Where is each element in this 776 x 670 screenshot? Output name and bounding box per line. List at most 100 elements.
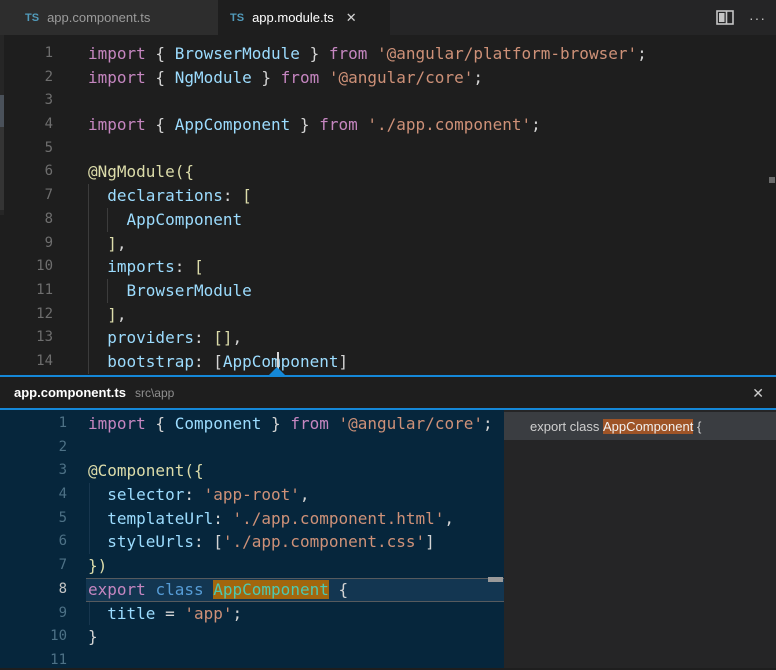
code-token: [: [213, 352, 223, 371]
line-number: 5: [0, 137, 53, 161]
reference-text: {: [693, 419, 701, 434]
code-token: templateUrl: [107, 509, 213, 528]
code-token: [88, 352, 107, 371]
peek-arrow-icon: [268, 367, 286, 376]
code-token: './app.component': [367, 115, 531, 134]
split-editor-icon[interactable]: [716, 10, 734, 25]
code-token: :: [184, 485, 203, 504]
code-token: {: [146, 44, 175, 63]
close-tab-icon[interactable]: ✕: [346, 10, 357, 26]
code-token: title: [107, 604, 155, 623]
code-token: export: [88, 580, 146, 599]
line-number: 10: [0, 255, 53, 279]
peek-body: 1import { Component } from '@angular/cor…: [0, 410, 776, 668]
code-token: import: [88, 68, 146, 87]
code-token: }): [88, 556, 107, 575]
line-number: 2: [0, 436, 67, 460]
reference-match-highlight: AppComponent: [603, 419, 693, 434]
peek-overview-marker: [488, 577, 503, 582]
reference-item[interactable]: export class AppComponent {: [504, 412, 776, 440]
code-token: [88, 210, 127, 229]
overview-ruler-marker: [769, 177, 775, 183]
line-number: 13: [0, 326, 53, 350]
code-token: [: [213, 532, 223, 551]
code-lines: 1import { BrowserModule } from '@angular…: [0, 42, 776, 374]
code-token: =: [155, 604, 184, 623]
code-line: 3@Component({: [0, 459, 504, 483]
code-token: [204, 580, 214, 599]
code-token: NgModule: [175, 68, 252, 87]
code-token: ,: [233, 328, 243, 347]
code-token: from: [281, 68, 320, 87]
code-line: 12 ],: [0, 303, 776, 327]
code-token: imports: [107, 257, 174, 276]
code-token: '@angular/core': [338, 414, 483, 433]
code-token: import: [88, 115, 146, 134]
code-token: declarations: [107, 186, 223, 205]
code-line: 10 imports: [: [0, 255, 776, 279]
code-token: ({: [184, 461, 203, 480]
more-actions-icon[interactable]: ···: [749, 10, 766, 26]
code-token: ,: [444, 509, 454, 528]
code-token: :: [213, 509, 232, 528]
code-token: [88, 604, 107, 623]
code-token: ;: [233, 604, 243, 623]
code-token: styleUrls: [107, 532, 194, 551]
code-token: ]: [338, 352, 348, 371]
line-number: 5: [0, 507, 67, 531]
peek-close-icon[interactable]: ✕: [752, 385, 764, 402]
line-number: 12: [0, 303, 53, 327]
scrollbar-thumb[interactable]: [0, 95, 4, 127]
peek-editor[interactable]: 1import { Component } from '@angular/cor…: [0, 410, 504, 668]
code-token: ;: [637, 44, 647, 63]
code-line: 8 AppComponent: [0, 208, 776, 232]
tab-app-module-ts[interactable]: TS app.module.ts ✕: [218, 0, 390, 35]
code-token: [88, 257, 107, 276]
code-token: [146, 580, 156, 599]
code-line: 2import { NgModule } from '@angular/core…: [0, 66, 776, 90]
editor-pane[interactable]: 1import { BrowserModule } from '@angular…: [0, 35, 776, 375]
tab-app-component-ts[interactable]: TS app.component.ts: [0, 0, 218, 35]
code-token: [88, 532, 107, 551]
line-number: 3: [0, 89, 53, 113]
code-line: 10}: [0, 625, 504, 649]
code-token: :: [194, 532, 213, 551]
tab-label: app.component.ts: [47, 10, 150, 25]
code-token: 'app-root': [204, 485, 300, 504]
code-token: {: [146, 414, 175, 433]
peek-title: app.component.ts: [14, 385, 126, 400]
code-line: 4 selector: 'app-root',: [0, 483, 504, 507]
code-line: 9 ],: [0, 232, 776, 256]
code-token: from: [319, 115, 358, 134]
code-token: ;: [473, 68, 483, 87]
line-number: 7: [0, 554, 67, 578]
line-number: 4: [0, 113, 53, 137]
code-line: 11: [0, 649, 504, 668]
code-line: 8export class AppComponent {: [0, 578, 504, 602]
code-token: [88, 485, 107, 504]
code-token: }: [300, 44, 329, 63]
line-number: 14: [0, 350, 53, 374]
code-token: }: [290, 115, 319, 134]
code-token: ;: [483, 414, 493, 433]
line-number: 2: [0, 66, 53, 90]
code-token: [88, 305, 107, 324]
code-token: BrowserModule: [175, 44, 300, 63]
code-token: '@angular/core': [329, 68, 474, 87]
code-token: AppComponent: [175, 115, 291, 134]
code-token: [358, 115, 368, 134]
code-token: ,: [117, 234, 127, 253]
code-token: from: [290, 414, 329, 433]
code-token: 'app': [184, 604, 232, 623]
code-token: ({: [175, 162, 194, 181]
code-token: AppComponent: [213, 580, 329, 599]
tab-bar: TS app.component.ts TS app.module.ts ✕ ·…: [0, 0, 776, 35]
code-line: 1import { BrowserModule } from '@angular…: [0, 42, 776, 66]
code-token: [88, 328, 107, 347]
code-line: 13 providers: [],: [0, 326, 776, 350]
line-number: 7: [0, 184, 53, 208]
code-line: 14 bootstrap: [AppComponent]: [0, 350, 776, 374]
code-line: 1import { Component } from '@angular/cor…: [0, 412, 504, 436]
left-scrollbar: [0, 35, 4, 215]
code-line: 6@NgModule({: [0, 160, 776, 184]
